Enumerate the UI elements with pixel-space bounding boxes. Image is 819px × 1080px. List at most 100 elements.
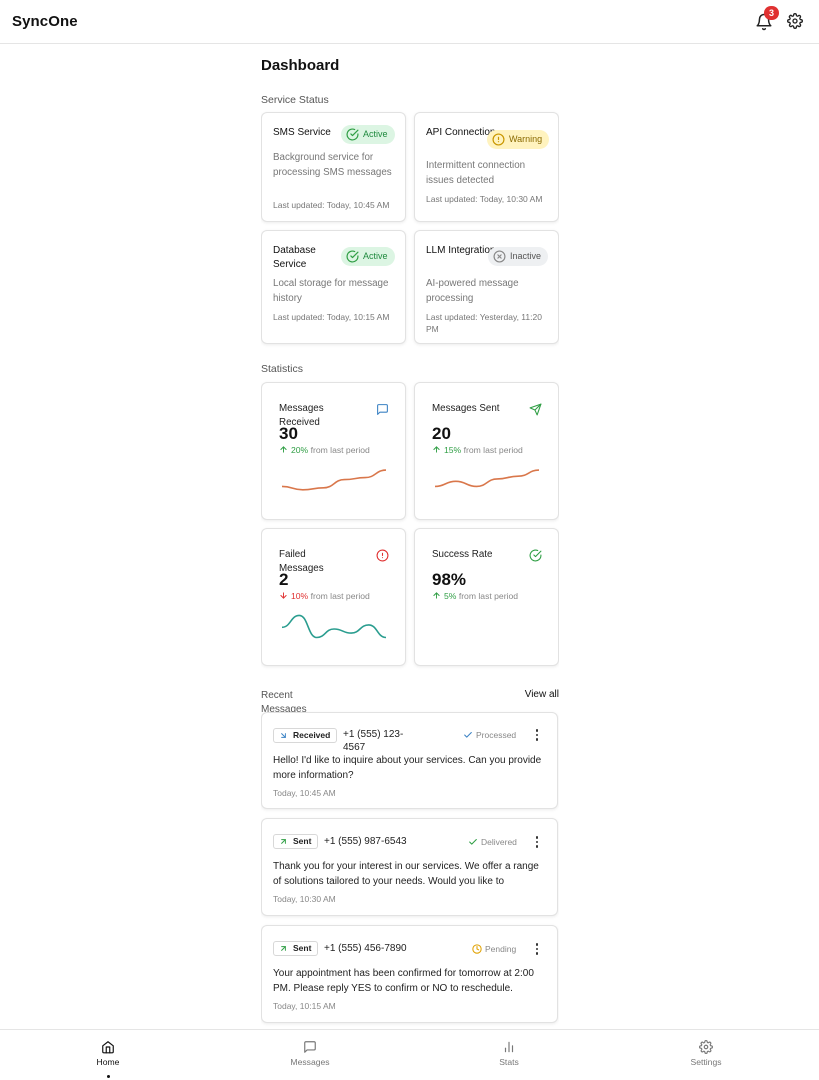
nav-item-messages[interactable]: Messages xyxy=(275,1040,345,1067)
status-badge: Inactive xyxy=(488,247,549,266)
nav-item-stats[interactable]: Stats xyxy=(474,1040,544,1067)
stat-card-received: Messages Received 30 20% from last perio… xyxy=(261,382,406,520)
message-square-icon xyxy=(377,404,388,415)
page-title: Dashboard xyxy=(261,57,340,74)
message-phone: +1 (555) 456-7890 xyxy=(324,943,407,954)
service-card-sms[interactable]: SMS Service Active Background service fo… xyxy=(261,112,406,222)
active-nav-indicator xyxy=(107,1075,110,1078)
check-circle-icon xyxy=(346,128,359,141)
sparkline-series xyxy=(435,469,539,488)
stat-change-suffix: from last period xyxy=(458,591,519,601)
stat-change-suffix: from last period xyxy=(310,591,370,601)
message-card[interactable]: Sent +1 (555) 987-6543 Delivered Thank y… xyxy=(261,818,558,916)
view-all-link[interactable]: View all xyxy=(525,689,559,700)
message-phone: +1 (555) 987-6543 xyxy=(324,836,407,847)
direction-label: Sent xyxy=(293,943,312,953)
app-header: SyncOne 3 xyxy=(0,0,819,44)
arrow-up-icon xyxy=(433,446,440,453)
stat-label: Failed Messages xyxy=(279,549,324,574)
more-options-icon[interactable] xyxy=(535,943,539,955)
message-body: Hello! I'd like to inquire about your se… xyxy=(273,755,542,781)
nav-label: Messages xyxy=(290,1057,330,1067)
stat-card-failed: Failed Messages 2 10% from last period xyxy=(261,528,406,666)
stat-change: 5% from last period xyxy=(432,591,518,601)
direction-label: Sent xyxy=(293,836,312,846)
message-status-label: Processed xyxy=(476,730,517,740)
more-options-icon[interactable] xyxy=(535,836,539,848)
stat-value: 20 xyxy=(432,424,451,443)
message-status: Processed xyxy=(463,730,516,740)
stat-card-success-rate: Success Rate 98% 5% from last period xyxy=(414,528,559,666)
stat-card-sent: Messages Sent 20 15% from last period xyxy=(414,382,559,520)
service-name: SMS Service xyxy=(273,127,331,138)
dashboard-main: Dashboard Service Status SMS Service Act… xyxy=(261,44,559,1029)
alert-circle-icon xyxy=(376,549,389,562)
sparkline-chart xyxy=(282,469,386,491)
service-card-database[interactable]: Database Service Active Local storage fo… xyxy=(261,230,406,344)
check-icon xyxy=(464,731,472,738)
message-status: Pending xyxy=(472,944,516,954)
service-updated: Last updated: Today, 10:30 AM xyxy=(426,194,543,204)
nav-label: Settings xyxy=(690,1057,722,1067)
direction-chip: Sent xyxy=(273,834,319,849)
service-description: AI-powered message processing xyxy=(426,278,519,304)
service-description: Intermittent connection issues detected xyxy=(426,160,526,186)
service-name: LLM Integration xyxy=(426,245,496,256)
message-status: Delivered xyxy=(468,837,517,847)
sparkline-series xyxy=(282,469,386,491)
service-description: Local storage for message history xyxy=(273,278,389,304)
service-description: Background service for processing SMS me… xyxy=(273,152,392,178)
alert-circle-icon xyxy=(492,133,505,146)
direction-chip: Received xyxy=(273,728,338,743)
message-phone: +1 (555) 123-4567 xyxy=(343,729,404,753)
message-time: Today, 10:15 AM xyxy=(273,1001,336,1011)
gear-icon[interactable] xyxy=(787,13,803,29)
statistics-heading: Statistics xyxy=(261,363,304,375)
stat-value: 30 xyxy=(279,424,298,443)
arrow-up-right-icon xyxy=(281,946,286,951)
stat-change-percent: 15% xyxy=(444,445,462,455)
check-circle-icon xyxy=(529,549,542,562)
stat-change: 20% from last period xyxy=(279,445,370,455)
arrow-up-right-icon xyxy=(281,839,286,844)
sparkline-chart xyxy=(435,469,539,488)
bottom-nav: Home Messages Stats Settings xyxy=(0,1029,819,1080)
status-badge: Active xyxy=(341,247,395,266)
arrow-up-icon xyxy=(280,446,287,453)
stat-value: 2 xyxy=(279,570,289,589)
service-card-api[interactable]: API Connection Warning Intermittent conn… xyxy=(414,112,559,222)
service-name: API Connection xyxy=(426,127,496,138)
gear-icon xyxy=(699,1040,713,1054)
stat-change: 10% from last period xyxy=(279,591,370,601)
service-status-heading: Service Status xyxy=(261,94,329,106)
direction-chip: Sent xyxy=(273,941,319,956)
status-badge-label: Active xyxy=(363,251,388,261)
stat-change: 15% from last period xyxy=(432,445,523,455)
stat-change-suffix: from last period xyxy=(463,445,523,455)
bar-chart-icon xyxy=(504,1041,514,1053)
stat-change-suffix: from last period xyxy=(310,445,370,455)
nav-item-settings[interactable]: Settings xyxy=(671,1040,741,1067)
message-time: Today, 10:30 AM xyxy=(273,894,336,904)
service-updated: Last updated: Yesterday, 11:20 PM xyxy=(426,312,542,334)
message-card[interactable]: Received +1 (555) 123-4567 Processed Hel… xyxy=(261,712,558,809)
status-badge-label: Active xyxy=(363,129,388,139)
service-card-llm[interactable]: LLM Integration Inactive AI-powered mess… xyxy=(414,230,559,344)
stat-value: 98% xyxy=(432,570,467,589)
nav-label: Home xyxy=(96,1057,120,1067)
status-badge-label: Warning xyxy=(509,134,543,144)
status-badge: Warning xyxy=(487,130,550,149)
home-icon xyxy=(102,1041,114,1054)
message-body: Your appointment has been confirmed for … xyxy=(273,968,534,994)
stat-change-percent: 20% xyxy=(291,445,309,455)
arrow-down-icon xyxy=(280,592,287,599)
more-options-icon[interactable] xyxy=(535,729,539,741)
arrow-up-icon xyxy=(433,592,440,599)
message-body: Thank you for your interest in our servi… xyxy=(273,861,539,887)
message-time: Today, 10:45 AM xyxy=(273,788,336,798)
nav-item-home[interactable]: Home xyxy=(73,1040,143,1067)
notification-badge: 3 xyxy=(764,6,779,20)
service-updated: Last updated: Today, 10:15 AM xyxy=(273,312,390,322)
message-card[interactable]: Sent +1 (555) 456-7890 Pending Your appo… xyxy=(261,925,558,1023)
check-icon xyxy=(469,838,477,845)
